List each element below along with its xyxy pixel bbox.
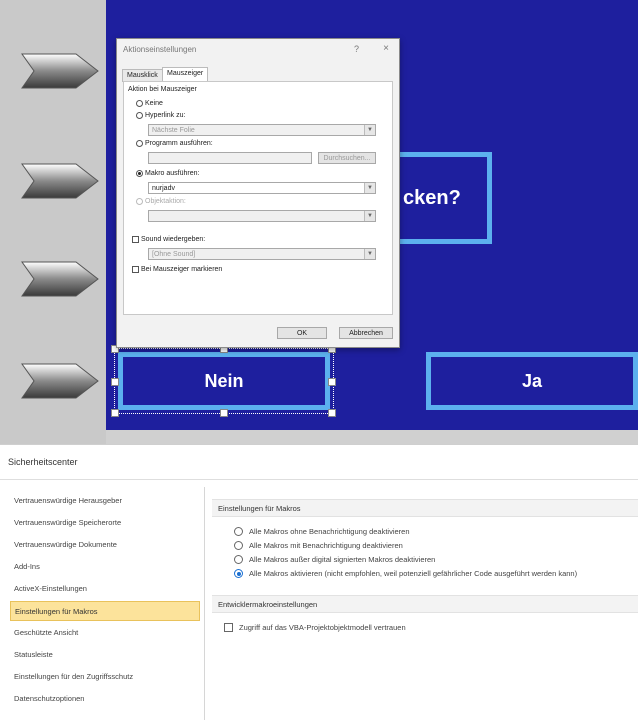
macro-option-2[interactable]: Alle Makros mit Benachrichtigung deaktiv… — [234, 541, 403, 550]
macro-select[interactable]: nurjadv ▼ — [148, 182, 376, 194]
macro-option-4[interactable]: Alle Makros aktivieren (nicht empfohlen,… — [234, 569, 577, 578]
radio-selected-icon[interactable] — [136, 170, 143, 177]
checkbox-icon[interactable] — [132, 266, 139, 273]
checkbox-icon[interactable] — [224, 623, 233, 632]
resize-handle[interactable] — [111, 409, 119, 417]
program-input — [148, 152, 312, 164]
sidebar-item-herausgeber[interactable]: Vertrauenswürdige Herausgeber — [10, 491, 200, 511]
ok-button[interactable]: OK — [277, 327, 327, 339]
option-sound[interactable]: Sound wiedergeben: — [132, 236, 205, 243]
macro-option-label: Alle Makros mit Benachrichtigung deaktiv… — [249, 541, 403, 550]
sound-select: [Ohne Sound] ▼ — [148, 248, 376, 260]
option-label: Hyperlink zu: — [145, 112, 186, 119]
slide-bottom-border — [106, 430, 638, 444]
close-icon[interactable]: × — [383, 43, 389, 54]
macro-option-label: Alle Makros ohne Benachrichtigung deakti… — [249, 527, 410, 536]
chevron-down-icon: ▼ — [364, 211, 375, 221]
help-icon[interactable]: ? — [354, 44, 359, 54]
ja-button-shape[interactable]: Ja — [426, 352, 638, 410]
cancel-button[interactable]: Abbrechen — [339, 327, 393, 339]
sidebar-item-dokumente[interactable]: Vertrauenswürdige Dokumente — [10, 535, 200, 555]
section-heading-makros: Einstellungen für Makros — [212, 499, 638, 517]
hyperlink-value: Nächste Folie — [152, 127, 195, 134]
option-markieren[interactable]: Bei Mauszeiger markieren — [132, 266, 222, 273]
section-heading-entwickler: Entwicklermakroeinstellungen — [212, 595, 638, 613]
slide-thumbnail-strip — [0, 0, 106, 444]
tab-mauszeiger[interactable]: Mauszeiger — [162, 67, 209, 82]
sidebar-item-geschuetzte-ansicht[interactable]: Geschützte Ansicht — [10, 623, 200, 643]
option-label: Keine — [145, 100, 163, 107]
option-label: Bei Mauszeiger markieren — [141, 266, 223, 273]
sidebar-item-addins[interactable]: Add-Ins — [10, 557, 200, 577]
trust-center-title: Sicherheitscenter — [8, 457, 78, 467]
object-action-select: ▼ — [148, 210, 376, 222]
sidebar-item-activex[interactable]: ActiveX-Einstellungen — [10, 579, 200, 599]
arrow-shape-icon — [21, 363, 99, 399]
nein-button-shape[interactable]: Nein — [118, 352, 330, 410]
radio-icon[interactable] — [234, 541, 243, 550]
resize-handle[interactable] — [328, 409, 336, 417]
radio-icon[interactable] — [234, 555, 243, 564]
option-programm[interactable]: Programm ausführen: — [136, 140, 213, 147]
macro-option-1[interactable]: Alle Makros ohne Benachrichtigung deakti… — [234, 527, 410, 536]
vba-trust-option[interactable]: Zugriff auf das VBA-Projektobjektmodell … — [224, 623, 406, 632]
chevron-down-icon: ▼ — [364, 249, 375, 259]
radio-icon — [136, 198, 143, 205]
macro-value: nurjadv — [152, 185, 175, 192]
radio-icon[interactable] — [234, 527, 243, 536]
sidebar-item-statusleiste[interactable]: Statusleiste — [10, 645, 200, 665]
durchsuchen-button: Durchsuchen... — [318, 152, 376, 164]
trust-center-sidebar: Vertrauenswürdige Herausgeber Vertrauens… — [6, 487, 205, 720]
action-settings-dialog: Aktionseinstellungen ? × Mausklick Mausz… — [116, 38, 400, 348]
option-keine[interactable]: Keine — [136, 100, 163, 107]
question-text: cken? — [403, 186, 461, 209]
resize-handle[interactable] — [111, 378, 119, 386]
dialog-title: Aktionseinstellungen — [123, 45, 197, 54]
macro-option-label: Alle Makros außer digital signierten Mak… — [249, 555, 436, 564]
resize-handle[interactable] — [220, 409, 228, 417]
chevron-down-icon: ▼ — [364, 125, 375, 135]
option-label: Objektaktion: — [145, 198, 186, 205]
radio-selected-icon[interactable] — [234, 569, 243, 578]
resize-handle[interactable] — [328, 378, 336, 386]
sidebar-item-zugriffsschutz[interactable]: Einstellungen für den Zugriffsschutz — [10, 667, 200, 687]
trust-center-content: Einstellungen für Makros Alle Makros ohn… — [212, 487, 638, 720]
ja-label: Ja — [521, 370, 543, 391]
sound-value: [Ohne Sound] — [152, 251, 196, 258]
radio-icon[interactable] — [136, 140, 143, 147]
radio-icon[interactable] — [136, 100, 143, 107]
arrow-shape-icon — [21, 163, 99, 199]
slide-editor-area: cken? Nein Ja Aktionseinstellungen ? × M… — [0, 0, 638, 444]
radio-icon[interactable] — [136, 112, 143, 119]
sidebar-item-datenschutz[interactable]: Datenschutzoptionen — [10, 689, 200, 709]
option-label: Sound wiedergeben: — [141, 236, 206, 243]
sidebar-item-makros[interactable]: Einstellungen für Makros — [10, 601, 200, 621]
option-makro[interactable]: Makro ausführen: — [136, 170, 199, 177]
vba-option-label: Zugriff auf das VBA-Projektobjektmodell … — [239, 623, 406, 632]
question-textbox[interactable]: cken? — [386, 152, 492, 244]
option-label: Programm ausführen: — [145, 140, 213, 147]
option-hyperlink[interactable]: Hyperlink zu: — [136, 112, 185, 119]
group-label: Aktion bei Mauszeiger — [128, 86, 197, 93]
option-label: Makro ausführen: — [145, 170, 200, 177]
arrow-shape-icon — [21, 261, 99, 297]
nein-label: Nein — [204, 370, 244, 391]
hyperlink-select: Nächste Folie ▼ — [148, 124, 376, 136]
macro-option-3[interactable]: Alle Makros außer digital signierten Mak… — [234, 555, 435, 564]
macro-option-label: Alle Makros aktivieren (nicht empfohlen,… — [249, 569, 578, 578]
checkbox-icon[interactable] — [132, 236, 139, 243]
sidebar-item-speicherorte[interactable]: Vertrauenswürdige Speicherorte — [10, 513, 200, 533]
arrow-shape-icon — [21, 53, 99, 89]
trust-center-panel: Sicherheitscenter Vertrauenswürdige Hera… — [0, 444, 638, 720]
dialog-tab-panel: Aktion bei Mauszeiger Keine Hyperlink zu… — [123, 81, 393, 315]
option-objektaktion: Objektaktion: — [136, 198, 186, 205]
divider — [0, 479, 638, 480]
chevron-down-icon[interactable]: ▼ — [364, 183, 375, 193]
